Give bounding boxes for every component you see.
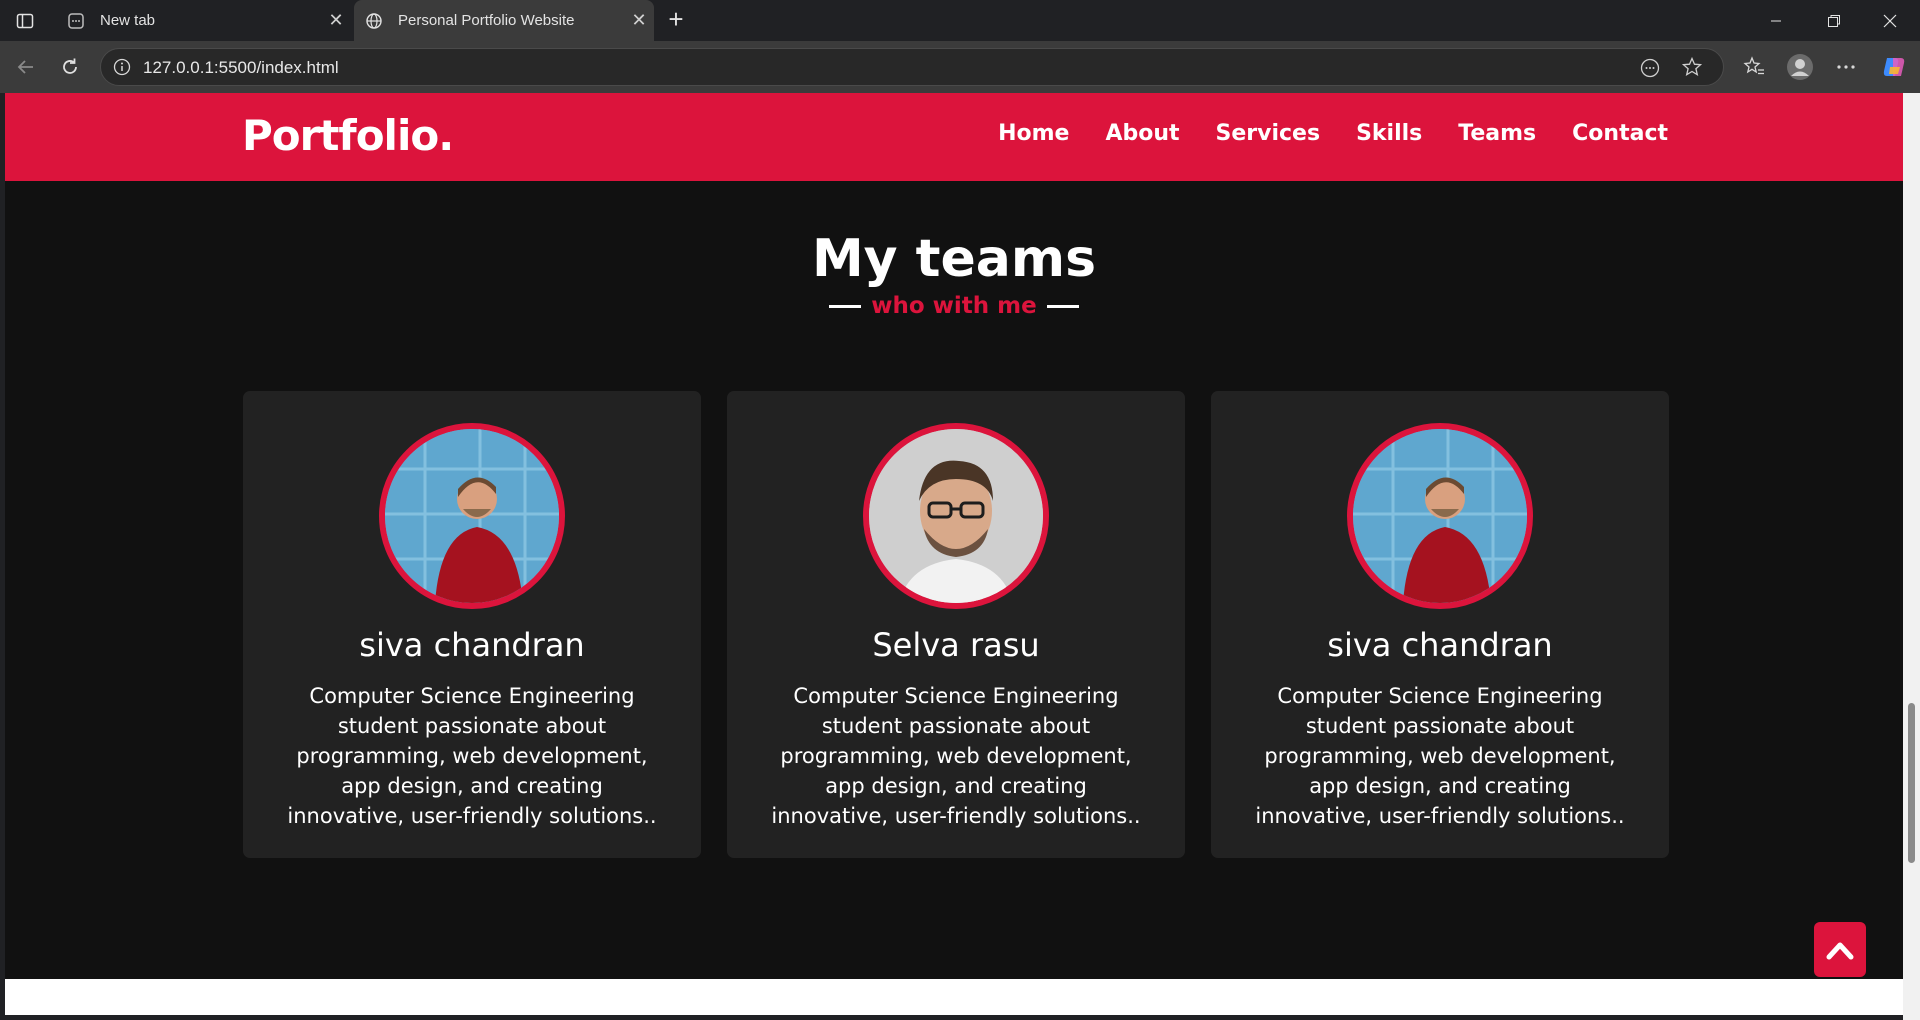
scrollbar-thumb[interactable] — [1908, 703, 1915, 863]
member-description: Computer Science Engineering student pas… — [1255, 684, 1625, 828]
team-card: siva chandran Computer Science Engineeri… — [243, 391, 701, 858]
site-menu: Home About Services Skills Teams Contact — [998, 121, 1668, 146]
avatar — [379, 423, 565, 609]
minimize-icon[interactable] — [1748, 0, 1804, 41]
tab-label: New tab — [100, 12, 156, 29]
nav-contact[interactable]: Contact — [1572, 121, 1668, 146]
member-name: Selva rasu — [872, 626, 1040, 664]
team-card: siva chandran Computer Science Engineeri… — [1211, 391, 1669, 858]
address-bar[interactable]: 127.0.0.1:5500/index.html — [100, 48, 1724, 86]
tab-new-tab[interactable]: New tab ✕ — [56, 0, 351, 41]
team-card: Selva rasu Computer Science Engineering … — [727, 391, 1185, 858]
browser-tab-bar: New tab ✕ Personal Portfolio Website ✕ + — [0, 0, 1920, 41]
info-icon[interactable] — [113, 58, 131, 80]
sidebar-toggle-icon[interactable] — [12, 8, 38, 34]
close-window-icon[interactable] — [1862, 0, 1918, 41]
site-logo[interactable]: Portfolio. — [242, 111, 454, 160]
page-viewport: Portfolio. Home About Services Skills Te… — [5, 93, 1903, 1015]
reader-icon[interactable] — [1639, 57, 1661, 83]
team-cards: siva chandran Computer Science Engineeri… — [243, 391, 1669, 858]
site-navbar: Portfolio. Home About Services Skills Te… — [5, 93, 1903, 181]
subtitle-line-right — [1046, 304, 1079, 308]
star-icon[interactable] — [1681, 56, 1703, 82]
avatar — [863, 423, 1049, 609]
close-icon[interactable]: ✕ — [321, 10, 351, 31]
member-description: Computer Science Engineering student pas… — [287, 684, 657, 828]
globe-icon — [364, 11, 384, 31]
copilot-icon[interactable] — [1878, 51, 1910, 83]
section-subtitle: who with me — [5, 293, 1903, 319]
scroll-to-top-button[interactable] — [1814, 922, 1866, 977]
member-name: siva chandran — [359, 626, 585, 664]
nav-home[interactable]: Home — [998, 121, 1069, 146]
subtitle-text: who with me — [871, 293, 1037, 319]
restore-icon[interactable] — [1806, 0, 1862, 41]
browser-toolbar: 127.0.0.1:5500/index.html — [0, 41, 1920, 93]
tab-label: Personal Portfolio Website — [398, 12, 575, 29]
nav-services[interactable]: Services — [1216, 121, 1321, 146]
subtitle-line-left — [829, 304, 862, 308]
reload-icon[interactable] — [54, 51, 86, 83]
profile-icon[interactable] — [1784, 51, 1816, 83]
teams-section: My teams who with me siva chandran Compu… — [5, 181, 1903, 979]
nav-skills[interactable]: Skills — [1356, 121, 1422, 146]
chevron-up-icon — [1826, 942, 1854, 959]
page-scrollbar[interactable] — [1903, 93, 1920, 1020]
section-title: My teams — [811, 229, 1097, 289]
url-text: 127.0.0.1:5500/index.html — [143, 58, 339, 77]
favorites-icon[interactable] — [1738, 51, 1770, 83]
close-icon[interactable]: ✕ — [624, 10, 654, 31]
member-name: siva chandran — [1327, 626, 1553, 664]
back-icon[interactable] — [10, 51, 42, 83]
tab-portfolio[interactable]: Personal Portfolio Website ✕ — [354, 0, 654, 41]
plus-icon[interactable]: + — [662, 6, 690, 34]
member-description: Computer Science Engineering student pas… — [771, 684, 1141, 828]
new-tab-icon — [66, 11, 86, 31]
avatar — [1347, 423, 1533, 609]
nav-teams[interactable]: Teams — [1458, 121, 1536, 146]
more-menu-icon[interactable] — [1830, 51, 1862, 83]
nav-about[interactable]: About — [1105, 121, 1179, 146]
